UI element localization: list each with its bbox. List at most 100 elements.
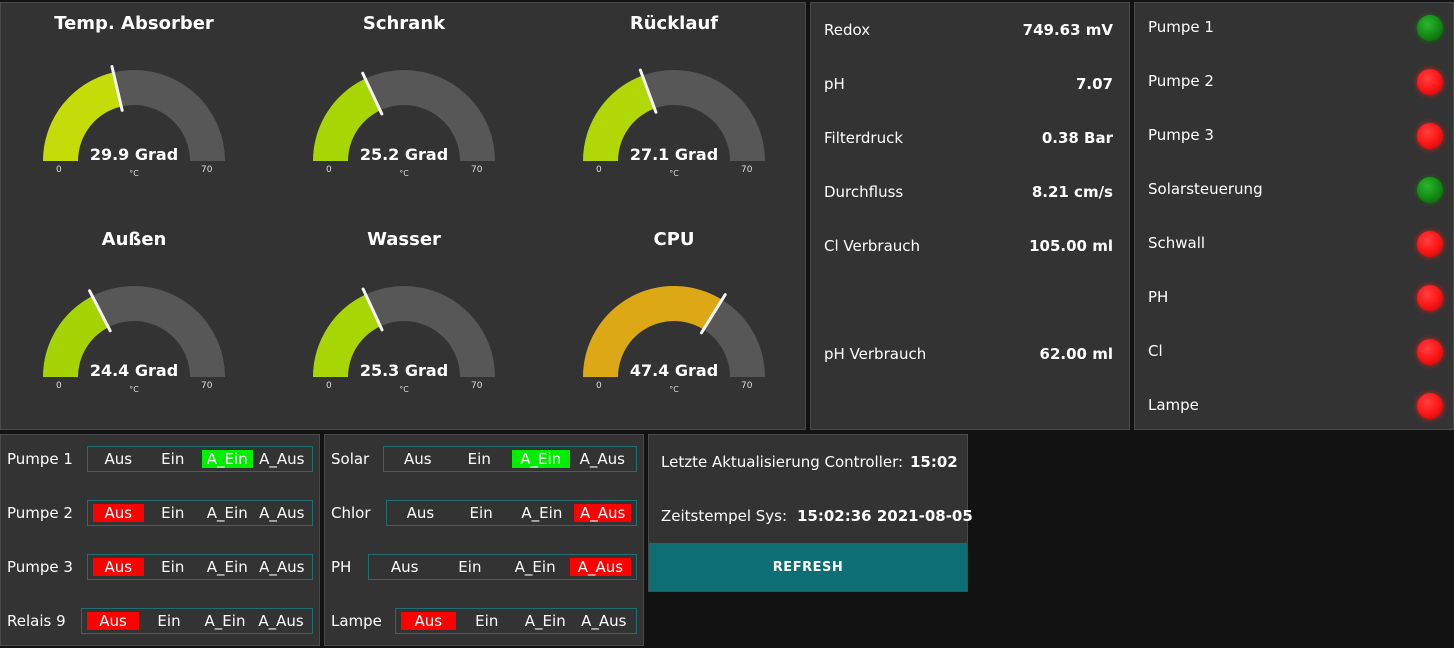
- sensor-row-cl-verbrauch: Cl Verbrauch 105.00 ml: [824, 237, 1113, 257]
- status-led-icon: [1417, 393, 1443, 419]
- status-row: Pumpe 2: [1148, 69, 1443, 95]
- mode-option-aus[interactable]: Aus: [392, 504, 449, 522]
- switch-row: Pumpe 2 Aus Ein A_Ein A_Aus: [7, 500, 313, 526]
- mode-option-ein[interactable]: Ein: [148, 450, 199, 468]
- mode-option-ein[interactable]: Ein: [451, 450, 509, 468]
- mode-selector: Aus Ein A_Ein A_Aus: [87, 554, 313, 580]
- status-led-icon: [1417, 69, 1443, 95]
- sensor-row-ph-verbrauch: pH Verbrauch 62.00 ml: [824, 345, 1113, 365]
- mode-option-a-aus[interactable]: A_Aus: [257, 558, 308, 576]
- gauge-min-label: 0: [326, 165, 332, 175]
- sensor-value: 749.63 mV: [1022, 21, 1113, 39]
- status-led-icon: [1417, 339, 1443, 365]
- sensor-row-redox: Redox 749.63 mV: [824, 21, 1113, 41]
- gauge-unit: °C: [129, 169, 139, 178]
- mode-option-aus[interactable]: Aus: [93, 558, 144, 576]
- mode-option-aus[interactable]: Aus: [87, 612, 139, 630]
- mode-selector: Aus Ein A_Ein A_Aus: [368, 554, 637, 580]
- sensors-card: Redox 749.63 mV pH 7.07 Filterdruck 0.38…: [810, 2, 1130, 430]
- sensor-value: 8.21 cm/s: [1031, 183, 1113, 201]
- switch-row: Pumpe 1 Aus Ein A_Ein A_Aus: [7, 446, 313, 472]
- sensor-value: 62.00 ml: [1039, 345, 1113, 363]
- gauge-title: Schrank: [362, 13, 446, 34]
- status-led-icon: [1417, 231, 1443, 257]
- gauge-unit: °C: [399, 385, 409, 394]
- mode-option-a-aus[interactable]: A_Aus: [257, 504, 308, 522]
- mode-option-aus[interactable]: Aus: [374, 558, 435, 576]
- mode-option-aus[interactable]: Aus: [93, 504, 144, 522]
- switch-label: Chlor: [331, 504, 371, 522]
- gauge-title: Temp. Absorber: [54, 13, 214, 34]
- mode-option-ein[interactable]: Ein: [460, 612, 515, 630]
- mode-option-a-ein[interactable]: A_Ein: [518, 612, 573, 630]
- mode-option-a-aus[interactable]: A_Aus: [577, 612, 632, 630]
- gauge-value: 25.3 Grad: [359, 361, 449, 380]
- mode-selector: Aus Ein A_Ein A_Aus: [87, 500, 313, 526]
- gauge-value: 24.4 Grad: [89, 361, 179, 380]
- sensor-label: Cl Verbrauch: [824, 237, 921, 255]
- gauge-unit: °C: [399, 169, 409, 178]
- status-row: Schwall: [1148, 231, 1443, 257]
- gauge-value: 25.2 Grad: [359, 145, 449, 164]
- sensor-value: 0.38 Bar: [1041, 129, 1113, 147]
- gauge-4: Außen 24.4 Grad °C 0 70: [4, 219, 264, 429]
- gauge-max-label: 70: [201, 381, 213, 391]
- mode-option-ein[interactable]: Ein: [439, 558, 500, 576]
- mode-option-ein[interactable]: Ein: [148, 558, 199, 576]
- mode-option-a-ein[interactable]: A_Ein: [202, 450, 253, 468]
- mode-option-a-ein[interactable]: A_Ein: [199, 612, 251, 630]
- switch-row: Pumpe 3 Aus Ein A_Ein A_Aus: [7, 554, 313, 580]
- mode-option-a-ein[interactable]: A_Ein: [514, 504, 571, 522]
- status-label: Lampe: [1148, 396, 1199, 414]
- mode-option-a-aus[interactable]: A_Aus: [574, 450, 632, 468]
- timestamp-label: Zeitstempel Sys:: [661, 507, 788, 525]
- gauge-min-label: 0: [596, 165, 602, 175]
- gauge-max-label: 70: [201, 165, 213, 175]
- sensor-value: 105.00 ml: [1029, 237, 1113, 255]
- gauge-title: Rücklauf: [629, 13, 719, 34]
- status-label: Pumpe 2: [1148, 72, 1214, 90]
- gauge-6: CPU 47.4 Grad °C 0 70: [544, 219, 804, 429]
- mode-option-a-ein[interactable]: A_Ein: [202, 504, 253, 522]
- last-update-label: Letzte Aktualisierung Controller:: [661, 453, 904, 471]
- mode-option-ein[interactable]: Ein: [453, 504, 510, 522]
- mode-option-a-aus[interactable]: A_Aus: [255, 612, 307, 630]
- mode-option-aus[interactable]: Aus: [401, 612, 456, 630]
- switch-label: Relais 9: [7, 612, 66, 630]
- mode-option-a-aus[interactable]: A_Aus: [257, 450, 308, 468]
- status-label: Pumpe 3: [1148, 126, 1214, 144]
- gauge-max-label: 70: [471, 381, 483, 391]
- switch-row: Chlor Aus Ein A_Ein A_Aus: [331, 500, 637, 526]
- sensor-row-ph: pH 7.07: [824, 75, 1113, 95]
- mode-option-a-ein[interactable]: A_Ein: [512, 450, 570, 468]
- mode-option-a-aus[interactable]: A_Aus: [574, 504, 631, 522]
- mode-option-ein[interactable]: Ein: [143, 612, 195, 630]
- gauge-3: Rücklauf 27.1 Grad °C 0 70: [544, 3, 804, 213]
- mode-option-a-ein[interactable]: A_Ein: [202, 558, 253, 576]
- status-label: Schwall: [1148, 234, 1206, 252]
- info-card: Letzte Aktualisierung Controller: 15:02 …: [648, 434, 973, 592]
- status-row: Lampe: [1148, 393, 1443, 419]
- status-row: Pumpe 1: [1148, 15, 1443, 41]
- mode-option-aus[interactable]: Aus: [389, 450, 447, 468]
- mode-option-a-aus[interactable]: A_Aus: [569, 558, 631, 576]
- gauge-title: CPU: [653, 229, 695, 250]
- switches-left-card: Pumpe 1 Aus Ein A_Ein A_Aus Pumpe 2 Aus Ein A_Ei…: [0, 434, 320, 646]
- mode-option-a-ein[interactable]: A_Ein: [505, 558, 566, 576]
- sensor-label: pH: [824, 75, 845, 93]
- gauge-1: Temp. Absorber 29.9 Grad °C 0 70: [4, 3, 264, 213]
- switch-label: Pumpe 2: [7, 504, 73, 522]
- gauge-title: Wasser: [367, 229, 441, 250]
- gauge-max-label: 70: [471, 165, 483, 175]
- mode-option-aus[interactable]: Aus: [93, 450, 144, 468]
- last-update-value: 15:02: [910, 453, 958, 471]
- gauge-title: Außen: [101, 229, 167, 250]
- switch-label: Solar: [331, 450, 370, 468]
- switch-label: Pumpe 3: [7, 558, 73, 576]
- gauge-min-label: 0: [596, 381, 602, 391]
- sensor-value: 7.07: [1075, 75, 1113, 93]
- refresh-button[interactable]: REFRESH: [649, 543, 967, 591]
- mode-option-ein[interactable]: Ein: [148, 504, 199, 522]
- status-label: PH: [1148, 288, 1169, 306]
- switch-label: PH: [331, 558, 352, 576]
